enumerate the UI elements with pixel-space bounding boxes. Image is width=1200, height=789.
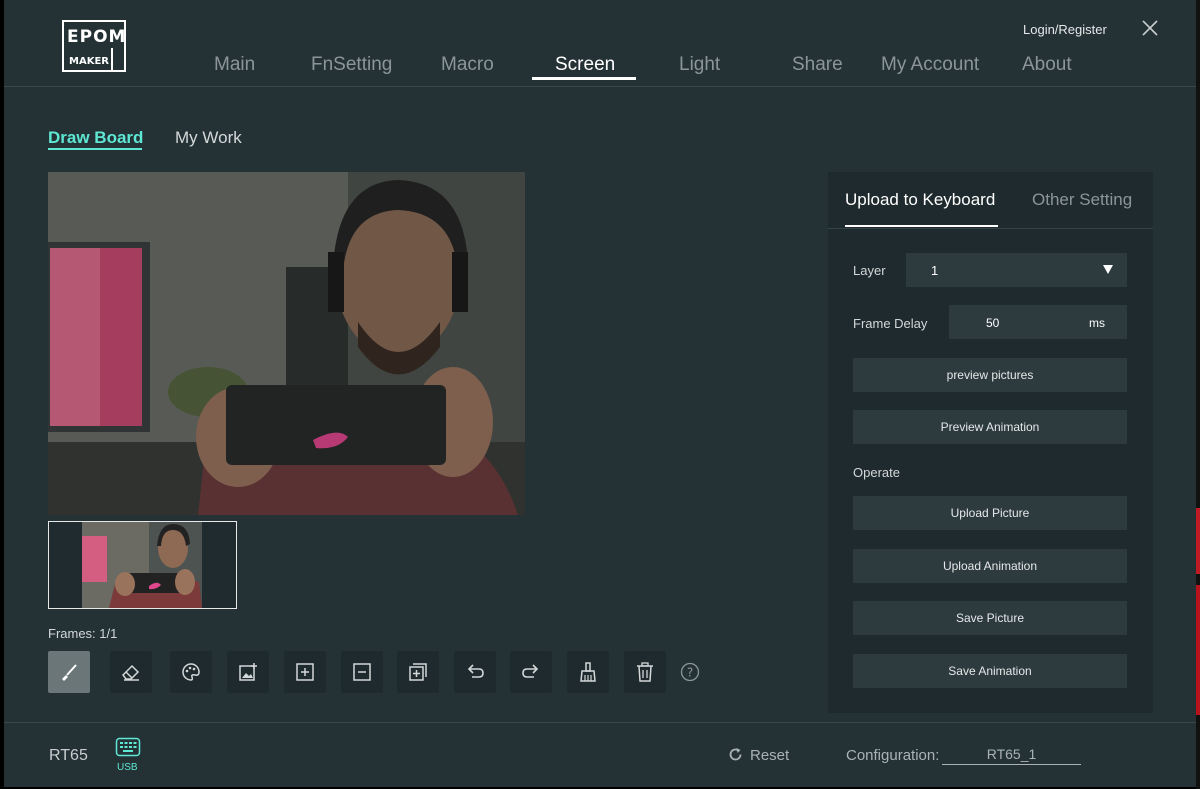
frame-delay-value: 50 [986,316,1000,330]
remove-frame-button[interactable] [341,651,383,693]
brush-icon [62,664,77,681]
frame-thumbnail[interactable] [48,521,237,609]
footer-divider [4,722,1196,723]
save-animation-button[interactable]: Save Animation [853,654,1127,688]
trash-icon [637,662,653,682]
palette-icon [182,663,200,681]
save-picture-button[interactable]: Save Picture [853,601,1127,635]
app-window: EPOM MAKER Main FnSetting Macro Screen L… [4,0,1196,787]
device-name: RT65 [49,747,88,764]
tab-draw-board[interactable]: Draw Board [48,128,143,148]
frame-delay-label: Frame Delay [853,316,928,331]
redo-button[interactable] [510,651,552,693]
frames-counter: Frames: 1/1 [48,626,118,641]
palette-tool-button[interactable] [170,651,212,693]
reset-button[interactable]: Reset [750,747,789,764]
delete-frame-button[interactable] [624,651,666,693]
panel-divider [828,228,1153,229]
add-image-button[interactable] [227,651,269,693]
keyboard-icon [115,737,141,757]
add-frame-button[interactable] [284,651,326,693]
connection-label: USB [117,762,138,773]
configuration-label: Configuration: [846,747,940,764]
brush-tool-button[interactable] [48,651,90,693]
eraser-icon [122,664,140,681]
nav-light[interactable]: Light [679,54,720,76]
help-icon[interactable]: ? [680,662,700,682]
frame-delay-input[interactable]: 50 ms [949,305,1127,339]
remove-frame-icon [353,663,371,681]
tab-other-setting[interactable]: Other Setting [1032,190,1132,210]
preview-pictures-button[interactable]: preview pictures [853,358,1127,392]
dropdown-arrow-icon [1103,265,1113,274]
thumbnail-image [49,522,236,608]
login-register-link[interactable]: Login/Register [1023,22,1107,37]
tab-my-work[interactable]: My Work [175,128,242,148]
frame-delay-unit: ms [1089,316,1105,330]
svg-text:MAKER: MAKER [69,56,109,67]
clear-canvas-button[interactable] [567,651,609,693]
header-divider [4,86,1196,87]
canvas-image [48,172,525,515]
svg-text:EPOM: EPOM [67,27,126,47]
operate-label: Operate [853,465,900,480]
panel-tab-indicator [845,225,998,227]
window-edge [1196,0,1200,789]
eraser-tool-button[interactable] [110,651,152,693]
nav-main[interactable]: Main [214,54,255,76]
layer-label: Layer [853,263,886,278]
copy-frame-icon [409,663,427,681]
nav-my-account[interactable]: My Account [881,54,979,76]
nav-share[interactable]: Share [792,54,843,76]
tab-active-indicator [48,148,142,150]
nav-active-indicator [532,77,636,80]
nav-screen[interactable]: Screen [555,54,615,76]
svg-text:?: ? [687,666,693,680]
nav-fnsetting[interactable]: FnSetting [311,54,392,76]
reset-icon[interactable] [728,747,743,762]
preview-animation-button[interactable]: Preview Animation [853,410,1127,444]
layer-select[interactable]: 1 [906,253,1127,287]
image-add-icon [239,663,257,681]
add-frame-icon [296,663,314,681]
upload-panel: Upload to Keyboard Other Setting Layer 1… [828,172,1153,713]
close-icon[interactable] [1140,18,1160,38]
epom-maker-logo: EPOM MAKER [62,20,126,72]
nav-macro[interactable]: Macro [441,54,494,76]
redo-icon [522,664,539,678]
upload-picture-button[interactable]: Upload Picture [853,496,1127,530]
undo-button[interactable] [454,651,496,693]
undo-icon [467,664,484,678]
draw-canvas[interactable] [48,172,525,515]
upload-animation-button[interactable]: Upload Animation [853,549,1127,583]
clear-broom-icon [580,662,596,682]
layer-value: 1 [931,263,939,278]
tab-upload-to-keyboard[interactable]: Upload to Keyboard [845,190,995,210]
nav-about[interactable]: About [1022,54,1072,76]
configuration-field[interactable]: RT65_1 [942,746,1081,765]
copy-frame-button[interactable] [397,651,439,693]
